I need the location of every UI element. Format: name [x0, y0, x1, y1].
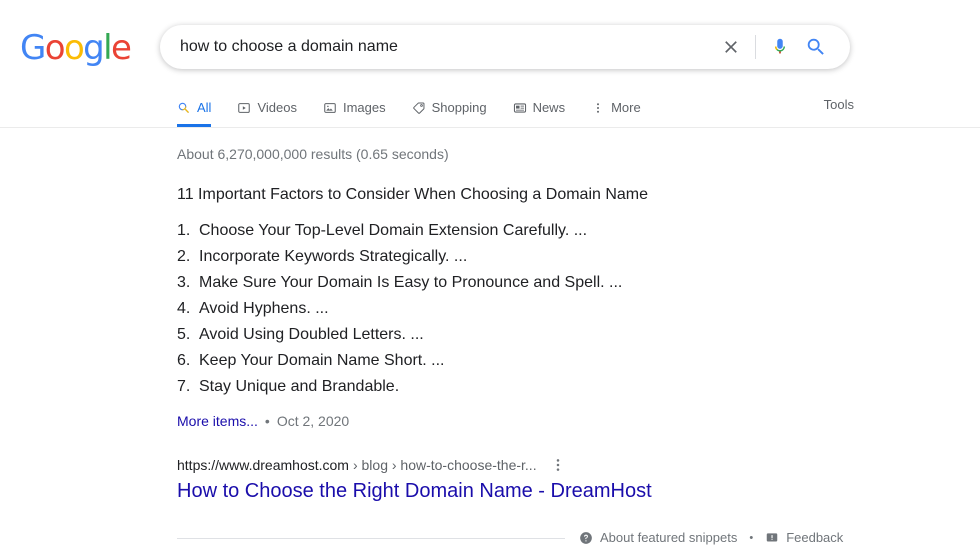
microphone-icon [774, 38, 786, 54]
list-item-text: Choose Your Top-Level Domain Extension C… [199, 222, 588, 239]
tools-button[interactable]: Tools [824, 83, 854, 113]
search-submit-button[interactable] [798, 29, 834, 65]
feedback-label: Feedback [786, 530, 844, 545]
list-item-text: Incorporate Keywords Strategically. ... [199, 248, 468, 265]
search-input[interactable] [180, 36, 713, 58]
about-featured-snippets-label: About featured snippets [600, 530, 738, 545]
tab-shopping[interactable]: Shopping [412, 83, 487, 126]
feedback-link[interactable]: Feedback [765, 530, 843, 546]
snippet-footer: About featured snippets • Feedback [177, 528, 980, 548]
search-icon [807, 38, 824, 55]
tag-icon [412, 101, 426, 115]
list-item: 4. Avoid Hyphens. ... [177, 296, 980, 322]
tab-news[interactable]: News [513, 83, 566, 126]
voice-search-button[interactable] [762, 29, 798, 65]
search-box[interactable] [160, 25, 850, 69]
logo-letter-e: e [111, 28, 132, 68]
list-item-text: Make Sure Your Domain Is Easy to Pronoun… [199, 274, 623, 291]
logo-letter-o1: o [44, 28, 66, 68]
search-results: About 6,270,000,000 results (0.65 second… [0, 128, 980, 548]
result-domain[interactable]: https://www.dreamhost.com [177, 456, 349, 474]
footer-separator-dot: • [749, 532, 754, 544]
snippet-date: Oct 2, 2020 [276, 413, 350, 429]
logo-letter-o2: o [63, 28, 85, 68]
list-item-number: 6. [177, 352, 191, 369]
tab-more[interactable]: More [591, 83, 641, 126]
tab-videos-label: Videos [257, 100, 297, 115]
search-divider [755, 35, 756, 59]
more-items-row: More items... • Oct 2, 2020 [177, 412, 980, 430]
feedback-icon [765, 531, 779, 545]
list-item-text: Stay Unique and Brandable. [199, 378, 400, 395]
result-url-row: https://www.dreamhost.com › blog › how-t… [177, 456, 980, 474]
footer-divider [177, 537, 565, 539]
search-tabs: All Videos Images Shopping News More Too… [0, 83, 980, 127]
featured-snippet: 11 Important Factors to Consider When Ch… [177, 184, 980, 548]
search-icon [177, 101, 191, 115]
kebab-menu-icon [556, 459, 559, 471]
list-item: 3. Make Sure Your Domain Is Easy to Pron… [177, 270, 980, 296]
result-stats: About 6,270,000,000 results (0.65 second… [177, 146, 449, 162]
tab-more-label: More [611, 100, 641, 115]
tab-all[interactable]: All [177, 83, 212, 127]
tab-images[interactable]: Images [323, 83, 386, 126]
result-breadcrumb: › blog › how-to-choose-the-r... [352, 457, 537, 473]
google-logo[interactable]: Google [20, 28, 132, 68]
close-icon [725, 41, 737, 53]
list-item: 1. Choose Your Top-Level Domain Extensio… [177, 218, 980, 244]
list-item: 5. Avoid Using Doubled Letters. ... [177, 322, 980, 348]
list-item: 7. Stay Unique and Brandable. [177, 374, 980, 400]
logo-letter-l: l [103, 28, 112, 68]
logo-letter-g2: g [83, 28, 105, 68]
list-item-number: 7. [177, 378, 191, 395]
result-title-link[interactable]: How to Choose the Right Domain Name - Dr… [177, 478, 980, 504]
list-item: 2. Incorporate Keywords Strategically. .… [177, 244, 980, 270]
snippet-list: 1. Choose Your Top-Level Domain Extensio… [177, 218, 980, 400]
more-vertical-icon [591, 101, 605, 115]
video-icon [237, 101, 251, 115]
source-result: https://www.dreamhost.com › blog › how-t… [177, 456, 980, 504]
list-item-text: Avoid Hyphens. ... [199, 300, 329, 317]
list-item-text: Avoid Using Doubled Letters. ... [199, 326, 424, 343]
search-actions [713, 29, 850, 65]
footer-links: About featured snippets • Feedback [579, 530, 843, 546]
list-item-number: 3. [177, 274, 191, 291]
tab-images-label: Images [342, 100, 386, 115]
list-item-number: 4. [177, 300, 191, 317]
tab-videos[interactable]: Videos [237, 83, 297, 126]
tab-all-label: All [197, 100, 212, 115]
list-item: 6. Keep Your Domain Name Short. ... [177, 348, 980, 374]
result-options-button[interactable] [549, 456, 567, 474]
list-item-text: Keep Your Domain Name Short. ... [199, 352, 445, 369]
about-featured-snippets-link[interactable]: About featured snippets [579, 530, 737, 546]
separator-dot: • [264, 413, 270, 429]
snippet-heading: 11 Important Factors to Consider When Ch… [177, 186, 649, 203]
list-item-number: 1. [177, 222, 191, 239]
search-header: Google how to choose a domain name All V… [0, 0, 980, 128]
help-circle-icon [579, 531, 593, 545]
image-icon [323, 101, 337, 115]
logo-letter-g1: G [20, 28, 46, 68]
list-item-number: 5. [177, 326, 191, 343]
clear-search-button[interactable] [713, 29, 749, 65]
list-item-number: 2. [177, 248, 191, 265]
news-icon [513, 101, 527, 115]
tab-shopping-label: Shopping [431, 100, 487, 115]
more-items-link[interactable]: More items... [177, 412, 258, 430]
tab-news-label: News [532, 100, 566, 115]
